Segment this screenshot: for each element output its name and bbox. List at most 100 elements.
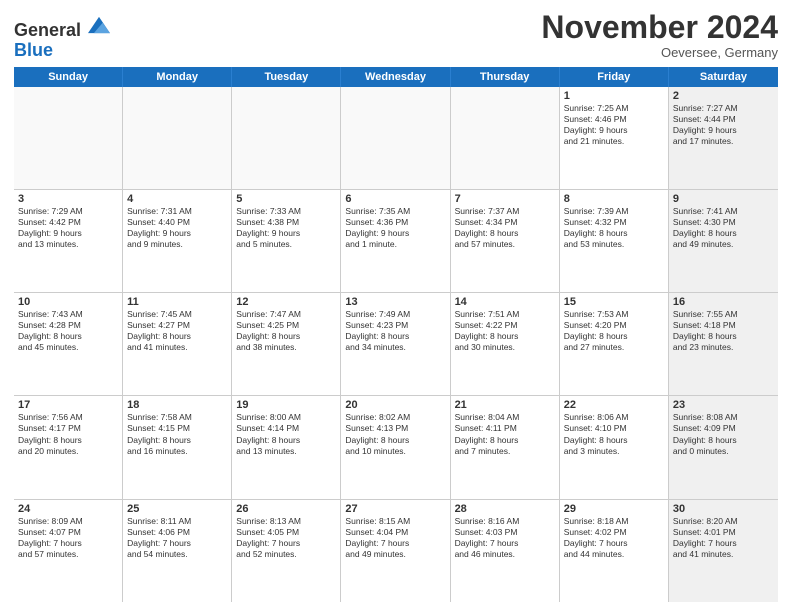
day-info: Sunrise: 7:55 AM Sunset: 4:18 PM Dayligh… [673, 309, 774, 353]
day-number: 13 [345, 296, 445, 308]
cal-cell-4-6: 22Sunrise: 8:06 AM Sunset: 4:10 PM Dayli… [560, 396, 669, 498]
logo-text: General [14, 14, 110, 41]
cal-cell-5-6: 29Sunrise: 8:18 AM Sunset: 4:02 PM Dayli… [560, 500, 669, 602]
cal-cell-5-1: 24Sunrise: 8:09 AM Sunset: 4:07 PM Dayli… [14, 500, 123, 602]
day-info: Sunrise: 7:33 AM Sunset: 4:38 PM Dayligh… [236, 206, 336, 250]
week-row-5: 24Sunrise: 8:09 AM Sunset: 4:07 PM Dayli… [14, 500, 778, 602]
day-number: 20 [345, 399, 445, 411]
day-info: Sunrise: 7:29 AM Sunset: 4:42 PM Dayligh… [18, 206, 118, 250]
day-number: 18 [127, 399, 227, 411]
day-info: Sunrise: 7:41 AM Sunset: 4:30 PM Dayligh… [673, 206, 774, 250]
day-info: Sunrise: 8:09 AM Sunset: 4:07 PM Dayligh… [18, 516, 118, 560]
day-number: 1 [564, 90, 664, 102]
day-number: 6 [345, 193, 445, 205]
header-friday: Friday [560, 67, 669, 87]
header-sunday: Sunday [14, 67, 123, 87]
cal-cell-3-5: 14Sunrise: 7:51 AM Sunset: 4:22 PM Dayli… [451, 293, 560, 395]
day-info: Sunrise: 7:58 AM Sunset: 4:15 PM Dayligh… [127, 412, 227, 456]
day-number: 3 [18, 193, 118, 205]
cal-cell-4-4: 20Sunrise: 8:02 AM Sunset: 4:13 PM Dayli… [341, 396, 450, 498]
cal-cell-3-3: 12Sunrise: 7:47 AM Sunset: 4:25 PM Dayli… [232, 293, 341, 395]
calendar: Sunday Monday Tuesday Wednesday Thursday… [14, 67, 778, 602]
cal-cell-3-7: 16Sunrise: 7:55 AM Sunset: 4:18 PM Dayli… [669, 293, 778, 395]
day-info: Sunrise: 8:18 AM Sunset: 4:02 PM Dayligh… [564, 516, 664, 560]
cal-cell-1-7: 2Sunrise: 7:27 AM Sunset: 4:44 PM Daylig… [669, 87, 778, 189]
logo: General Blue [14, 14, 110, 61]
calendar-header: Sunday Monday Tuesday Wednesday Thursday… [14, 67, 778, 87]
day-number: 19 [236, 399, 336, 411]
page: General Blue November 2024 Oeversee, Ger… [0, 0, 792, 612]
day-number: 26 [236, 503, 336, 515]
day-number: 24 [18, 503, 118, 515]
day-number: 11 [127, 296, 227, 308]
week-row-4: 17Sunrise: 7:56 AM Sunset: 4:17 PM Dayli… [14, 396, 778, 499]
day-info: Sunrise: 8:16 AM Sunset: 4:03 PM Dayligh… [455, 516, 555, 560]
cal-cell-4-2: 18Sunrise: 7:58 AM Sunset: 4:15 PM Dayli… [123, 396, 232, 498]
cal-cell-1-4 [341, 87, 450, 189]
day-info: Sunrise: 8:20 AM Sunset: 4:01 PM Dayligh… [673, 516, 774, 560]
day-number: 25 [127, 503, 227, 515]
logo-icon [88, 14, 110, 36]
cal-cell-2-5: 7Sunrise: 7:37 AM Sunset: 4:34 PM Daylig… [451, 190, 560, 292]
header: General Blue November 2024 Oeversee, Ger… [14, 10, 778, 61]
day-number: 14 [455, 296, 555, 308]
cal-cell-4-3: 19Sunrise: 8:00 AM Sunset: 4:14 PM Dayli… [232, 396, 341, 498]
cal-cell-2-3: 5Sunrise: 7:33 AM Sunset: 4:38 PM Daylig… [232, 190, 341, 292]
day-number: 16 [673, 296, 774, 308]
header-tuesday: Tuesday [232, 67, 341, 87]
day-number: 30 [673, 503, 774, 515]
day-number: 5 [236, 193, 336, 205]
day-info: Sunrise: 8:00 AM Sunset: 4:14 PM Dayligh… [236, 412, 336, 456]
cal-cell-2-1: 3Sunrise: 7:29 AM Sunset: 4:42 PM Daylig… [14, 190, 123, 292]
day-info: Sunrise: 7:37 AM Sunset: 4:34 PM Dayligh… [455, 206, 555, 250]
title-block: November 2024 Oeversee, Germany [541, 10, 778, 60]
day-number: 2 [673, 90, 774, 102]
day-info: Sunrise: 8:13 AM Sunset: 4:05 PM Dayligh… [236, 516, 336, 560]
header-saturday: Saturday [669, 67, 778, 87]
location: Oeversee, Germany [541, 45, 778, 60]
day-info: Sunrise: 7:56 AM Sunset: 4:17 PM Dayligh… [18, 412, 118, 456]
cal-cell-1-6: 1Sunrise: 7:25 AM Sunset: 4:46 PM Daylig… [560, 87, 669, 189]
day-info: Sunrise: 8:15 AM Sunset: 4:04 PM Dayligh… [345, 516, 445, 560]
calendar-body: 1Sunrise: 7:25 AM Sunset: 4:46 PM Daylig… [14, 87, 778, 602]
day-number: 7 [455, 193, 555, 205]
day-number: 9 [673, 193, 774, 205]
day-info: Sunrise: 7:31 AM Sunset: 4:40 PM Dayligh… [127, 206, 227, 250]
cal-cell-2-7: 9Sunrise: 7:41 AM Sunset: 4:30 PM Daylig… [669, 190, 778, 292]
day-info: Sunrise: 7:39 AM Sunset: 4:32 PM Dayligh… [564, 206, 664, 250]
logo-text2: Blue [14, 41, 110, 61]
week-row-2: 3Sunrise: 7:29 AM Sunset: 4:42 PM Daylig… [14, 190, 778, 293]
day-number: 23 [673, 399, 774, 411]
day-number: 22 [564, 399, 664, 411]
week-row-1: 1Sunrise: 7:25 AM Sunset: 4:46 PM Daylig… [14, 87, 778, 190]
day-info: Sunrise: 7:49 AM Sunset: 4:23 PM Dayligh… [345, 309, 445, 353]
cal-cell-1-2 [123, 87, 232, 189]
day-number: 28 [455, 503, 555, 515]
day-number: 8 [564, 193, 664, 205]
cal-cell-3-6: 15Sunrise: 7:53 AM Sunset: 4:20 PM Dayli… [560, 293, 669, 395]
cal-cell-3-2: 11Sunrise: 7:45 AM Sunset: 4:27 PM Dayli… [123, 293, 232, 395]
day-info: Sunrise: 7:53 AM Sunset: 4:20 PM Dayligh… [564, 309, 664, 353]
cal-cell-4-5: 21Sunrise: 8:04 AM Sunset: 4:11 PM Dayli… [451, 396, 560, 498]
day-info: Sunrise: 7:47 AM Sunset: 4:25 PM Dayligh… [236, 309, 336, 353]
cal-cell-1-3 [232, 87, 341, 189]
day-number: 27 [345, 503, 445, 515]
day-number: 4 [127, 193, 227, 205]
day-info: Sunrise: 7:51 AM Sunset: 4:22 PM Dayligh… [455, 309, 555, 353]
day-info: Sunrise: 7:25 AM Sunset: 4:46 PM Dayligh… [564, 103, 664, 147]
cal-cell-2-2: 4Sunrise: 7:31 AM Sunset: 4:40 PM Daylig… [123, 190, 232, 292]
cal-cell-5-5: 28Sunrise: 8:16 AM Sunset: 4:03 PM Dayli… [451, 500, 560, 602]
cal-cell-4-1: 17Sunrise: 7:56 AM Sunset: 4:17 PM Dayli… [14, 396, 123, 498]
day-number: 17 [18, 399, 118, 411]
header-wednesday: Wednesday [341, 67, 450, 87]
month-title: November 2024 [541, 10, 778, 45]
cal-cell-4-7: 23Sunrise: 8:08 AM Sunset: 4:09 PM Dayli… [669, 396, 778, 498]
header-monday: Monday [123, 67, 232, 87]
day-info: Sunrise: 7:35 AM Sunset: 4:36 PM Dayligh… [345, 206, 445, 250]
day-info: Sunrise: 8:04 AM Sunset: 4:11 PM Dayligh… [455, 412, 555, 456]
header-thursday: Thursday [451, 67, 560, 87]
day-info: Sunrise: 8:02 AM Sunset: 4:13 PM Dayligh… [345, 412, 445, 456]
day-number: 29 [564, 503, 664, 515]
cal-cell-5-2: 25Sunrise: 8:11 AM Sunset: 4:06 PM Dayli… [123, 500, 232, 602]
day-info: Sunrise: 7:27 AM Sunset: 4:44 PM Dayligh… [673, 103, 774, 147]
